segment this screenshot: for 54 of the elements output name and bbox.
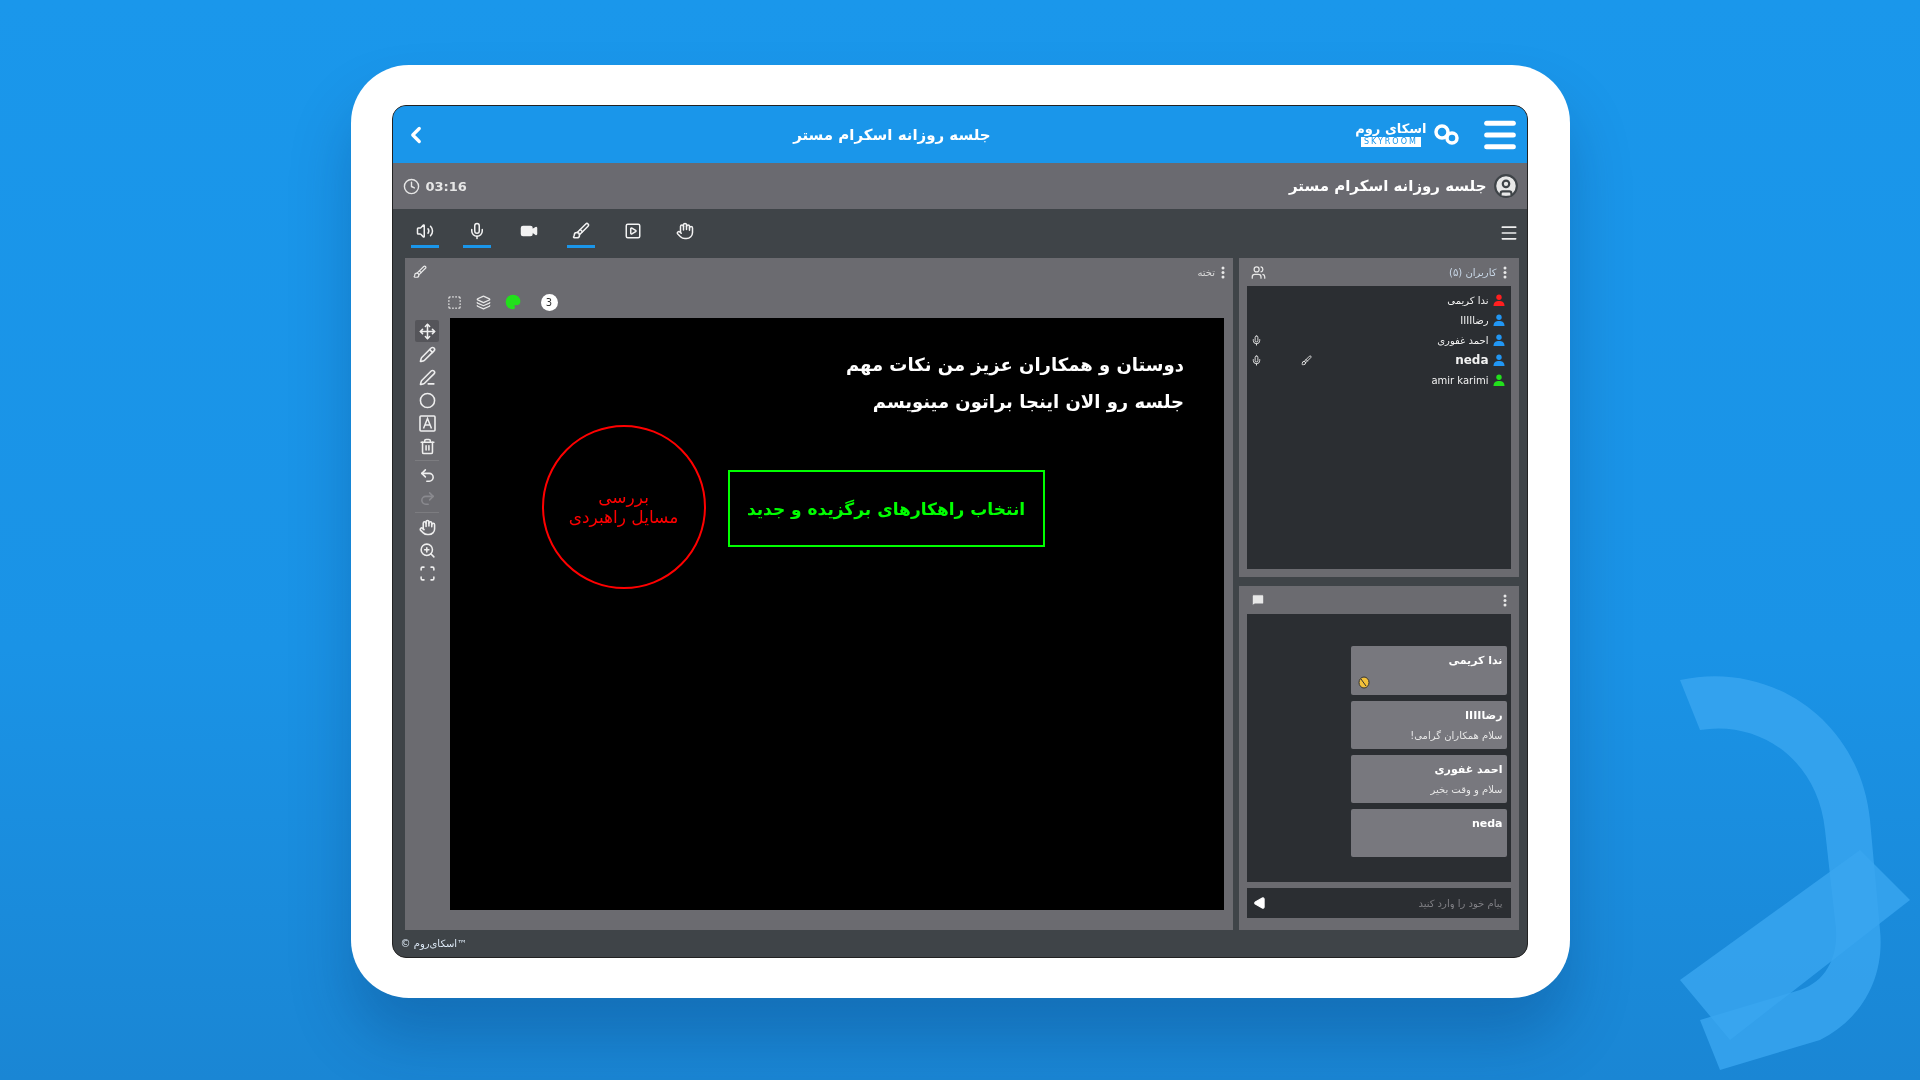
- whiteboard-canvas[interactable]: دوستان و همکاران عزیز من نکات مهم جلسه رو الان اینجا براتون مینویسم انتخاب راهکارهای برگزیده و جدید بررسی مسایل راهبردی: [449, 318, 1224, 910]
- more-icon: [1502, 265, 1507, 279]
- user-name[interactable]: amir karimi: [1431, 374, 1489, 386]
- more-button[interactable]: [1221, 265, 1225, 279]
- text-icon: [418, 414, 436, 432]
- redo-button-icon: [418, 489, 436, 507]
- header-title: جلسه روزانه اسکرام مستر: [793, 125, 991, 144]
- logo-subtext: SKYROOM: [1360, 137, 1421, 147]
- message-text: سلام همکاران گرامی!: [1410, 730, 1503, 741]
- user-name[interactable]: neda: [1455, 353, 1489, 367]
- undo-button-icon: [418, 466, 436, 484]
- copyright-text: © اسکای‌روم™: [400, 938, 468, 949]
- pen-tool-icon: [418, 368, 436, 386]
- users-icon: [1251, 264, 1266, 280]
- logo-icon: [1434, 123, 1461, 146]
- palette-button[interactable]: [504, 294, 521, 310]
- message-sender: رضاIIII: [1465, 709, 1503, 722]
- message-text: سلام و وقت بخیر: [1430, 784, 1503, 795]
- session-title: جلسه روزانه اسکرام مستر: [1289, 177, 1487, 195]
- select-area-button[interactable]: [446, 294, 462, 310]
- page-number: 3: [540, 293, 558, 311]
- layers-button[interactable]: [475, 294, 491, 310]
- message-sender: احمد غفوری: [1434, 763, 1503, 776]
- pan-tool-icon: [418, 518, 436, 536]
- brush-icon: [412, 265, 427, 279]
- user-name[interactable]: رضاIIII: [1460, 314, 1489, 326]
- move-tool[interactable]: [415, 320, 439, 342]
- panel-title: تخته: [1197, 266, 1215, 278]
- send-icon: [1253, 896, 1267, 910]
- clock-icon: [402, 177, 420, 195]
- session-timer: 03:16: [425, 178, 467, 194]
- message-sender: neda: [1471, 817, 1503, 830]
- chat-icon: [1251, 593, 1265, 607]
- more-button[interactable]: [1502, 265, 1507, 279]
- delete-tool-icon: [418, 437, 436, 455]
- pencil-tool-icon: [418, 345, 436, 363]
- whiteboard-text: دوستان و همکاران عزیز من نکات مهم جلسه رو الان اینجا براتون مینویسم: [845, 353, 1184, 415]
- user-name[interactable]: احمد غفوری: [1437, 334, 1489, 346]
- user-name[interactable]: ندا کریمی: [1447, 294, 1489, 306]
- fit-screen-tool-icon: [418, 564, 436, 582]
- move-tool-icon: [418, 322, 436, 340]
- circle-note: بررسی مسایل راهبردی: [568, 487, 679, 527]
- profile-icon: [1492, 173, 1519, 199]
- zoom-in-tool-icon: [418, 541, 436, 559]
- message-field[interactable]: پیام خود را وارد کنید: [1247, 888, 1511, 918]
- circle-tool-icon: [418, 391, 436, 409]
- message-sender: ندا کریمی: [1448, 654, 1503, 667]
- message-input[interactable]: پیام خود را وارد کنید: [1267, 896, 1505, 910]
- more-button[interactable]: [1502, 593, 1507, 607]
- more-icon: [1221, 265, 1225, 279]
- more-icon: [1502, 593, 1507, 607]
- users-title: کاربران (۵): [1449, 266, 1497, 278]
- send-button[interactable]: [1253, 896, 1267, 910]
- boxed-note: انتخاب راهکارهای برگزیده و جدید: [727, 470, 1045, 547]
